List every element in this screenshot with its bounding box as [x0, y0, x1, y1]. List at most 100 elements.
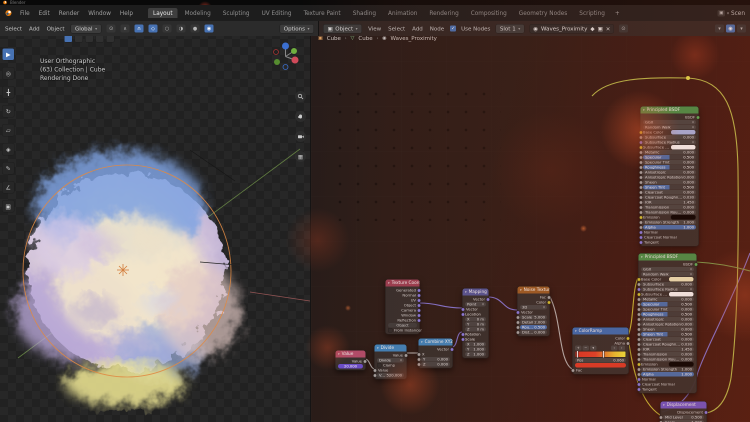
ramp-stop-marker[interactable]	[577, 351, 578, 358]
input-socket[interactable]	[639, 200, 643, 204]
output-socket[interactable]	[417, 308, 421, 312]
input-socket[interactable]	[461, 332, 465, 336]
menu-file[interactable]: File	[19, 9, 31, 18]
menu-render[interactable]: Render	[58, 9, 80, 18]
move-tool-icon[interactable]: ╋	[2, 86, 15, 99]
input-socket[interactable]	[639, 205, 643, 209]
cursor-tool-icon[interactable]: ◎	[2, 67, 15, 80]
collapse-icon[interactable]: ▾	[663, 403, 665, 407]
node-row-from-instancer[interactable]: From Instancer	[386, 328, 420, 333]
node-noise-texture[interactable]: ▾Noise TextureFacColor3D▾VectorScale5.00…	[517, 286, 550, 337]
output-socket[interactable]	[696, 115, 700, 119]
node-header-divide[interactable]: ▾Divide	[375, 345, 407, 352]
input-socket[interactable]	[639, 155, 643, 159]
node-header-value[interactable]: ▾Value	[336, 351, 366, 358]
node-texture-coordinate[interactable]: ▾Texture CoordinateGeneratedNormalUVObje…	[385, 279, 420, 335]
camera-view-icon[interactable]	[295, 131, 306, 142]
input-socket[interactable]	[639, 190, 643, 194]
output-socket[interactable]	[694, 262, 698, 266]
input-socket[interactable]	[639, 235, 643, 239]
input-socket[interactable]	[637, 382, 641, 386]
node-menu-add[interactable]: Add	[411, 24, 424, 33]
editor-options-icon[interactable]: ▾	[737, 25, 746, 33]
output-socket[interactable]	[404, 353, 408, 357]
output-socket[interactable]	[417, 293, 421, 297]
input-socket[interactable]	[461, 337, 465, 341]
node-header-mapping[interactable]: ▾Mapping	[463, 289, 489, 296]
node-header-noise-texture[interactable]: ▾Noise Texture	[518, 287, 550, 294]
input-socket[interactable]	[516, 330, 520, 334]
input-socket[interactable]	[637, 312, 641, 316]
input-socket[interactable]	[637, 302, 641, 306]
output-socket[interactable]	[450, 347, 454, 351]
color-ramp-gradient[interactable]	[575, 351, 626, 358]
input-socket[interactable]	[637, 357, 641, 361]
input-socket[interactable]	[639, 150, 643, 154]
tab-scripting[interactable]: Scripting	[574, 8, 610, 18]
collapse-icon[interactable]: ▾	[338, 352, 340, 356]
transform-orientation-dropdown[interactable]: Global ▾	[71, 24, 102, 34]
input-socket[interactable]	[637, 297, 641, 301]
output-socket[interactable]	[704, 410, 708, 414]
node-row-distortion[interactable]: Distortion0.000	[518, 330, 550, 335]
input-socket[interactable]	[461, 307, 465, 311]
navigation-gizmo[interactable]	[268, 39, 303, 74]
input-socket[interactable]	[637, 377, 641, 381]
menu-help[interactable]: Help	[119, 9, 134, 18]
input-socket[interactable]	[417, 357, 421, 361]
input-socket[interactable]	[516, 310, 520, 314]
viewport-menu-select[interactable]: Select	[4, 24, 23, 33]
output-socket[interactable]	[417, 298, 421, 302]
output-socket[interactable]	[547, 295, 551, 299]
node-menu-node[interactable]: Node	[429, 24, 445, 33]
collapse-icon[interactable]: ▾	[520, 288, 522, 292]
input-socket[interactable]	[639, 220, 643, 224]
input-socket[interactable]	[639, 160, 643, 164]
proportional-falloff-icon[interactable]: ∧	[121, 25, 130, 33]
input-socket[interactable]	[639, 135, 643, 139]
unlink-icon[interactable]: ×	[606, 25, 611, 32]
node-row-z[interactable]: Z1.000	[463, 352, 489, 357]
output-socket[interactable]	[417, 288, 421, 292]
input-socket[interactable]	[637, 362, 641, 366]
node-row-rampbar[interactable]	[573, 351, 629, 358]
fake-user-icon[interactable]: ◆	[590, 25, 594, 32]
shading-material-icon[interactable]: ●	[191, 25, 200, 33]
menu-window[interactable]: Window	[87, 9, 112, 18]
node-principled-bsdf-2[interactable]: ▾Principled BSDFBSDFGGX▾Random Walk▾Base…	[638, 253, 697, 394]
grid-toggle-icon[interactable]: ▦	[295, 151, 306, 162]
input-socket[interactable]	[639, 175, 643, 179]
output-socket[interactable]	[417, 303, 421, 307]
output-socket[interactable]	[626, 341, 630, 345]
use-nodes-checkbox[interactable]: ✓	[450, 26, 456, 32]
input-socket[interactable]	[639, 210, 643, 214]
input-socket[interactable]	[516, 320, 520, 324]
tab-geometry-nodes[interactable]: Geometry Nodes	[514, 8, 573, 18]
node-header-combine-xyz[interactable]: ▾Combine XYZ	[419, 339, 453, 346]
tab-shading[interactable]: Shading	[348, 8, 381, 18]
input-socket[interactable]	[639, 215, 643, 219]
node-row-20-000[interactable]: 20.000	[336, 364, 366, 369]
input-socket[interactable]	[373, 373, 377, 377]
tab-animation[interactable]: Animation	[383, 8, 422, 18]
viewport-menu-object[interactable]: Object	[46, 24, 66, 33]
pin-icon[interactable]: ⊙	[619, 25, 628, 33]
node-menu-select[interactable]: Select	[387, 24, 406, 33]
node-principled-bsdf-1[interactable]: ▾Principled BSDFBSDFGGX▾Random Walk▾Base…	[640, 106, 699, 247]
input-socket[interactable]	[637, 327, 641, 331]
shading-rendered-icon[interactable]: ◉	[205, 25, 214, 33]
gizmo-toggle-icon[interactable]: ◇	[149, 25, 158, 33]
input-socket[interactable]	[637, 287, 641, 291]
snapping-icon[interactable]: ∩	[135, 25, 144, 33]
input-socket[interactable]	[637, 352, 641, 356]
input-socket[interactable]	[637, 367, 641, 371]
annotate-tool-icon[interactable]: ✎	[2, 162, 15, 175]
input-socket[interactable]	[516, 325, 520, 329]
ramp-stop-marker[interactable]	[603, 351, 604, 358]
node-divide[interactable]: ▾DivideValueDivide▾ClampValueValue520.00…	[374, 344, 407, 380]
tab-compositing[interactable]: Compositing	[466, 8, 512, 18]
node-header-texture-coordinate[interactable]: ▾Texture Coordinate	[386, 280, 420, 287]
menu-edit[interactable]: Edit	[38, 9, 51, 18]
node-menu-view[interactable]: View	[367, 24, 382, 33]
input-socket[interactable]	[639, 185, 643, 189]
